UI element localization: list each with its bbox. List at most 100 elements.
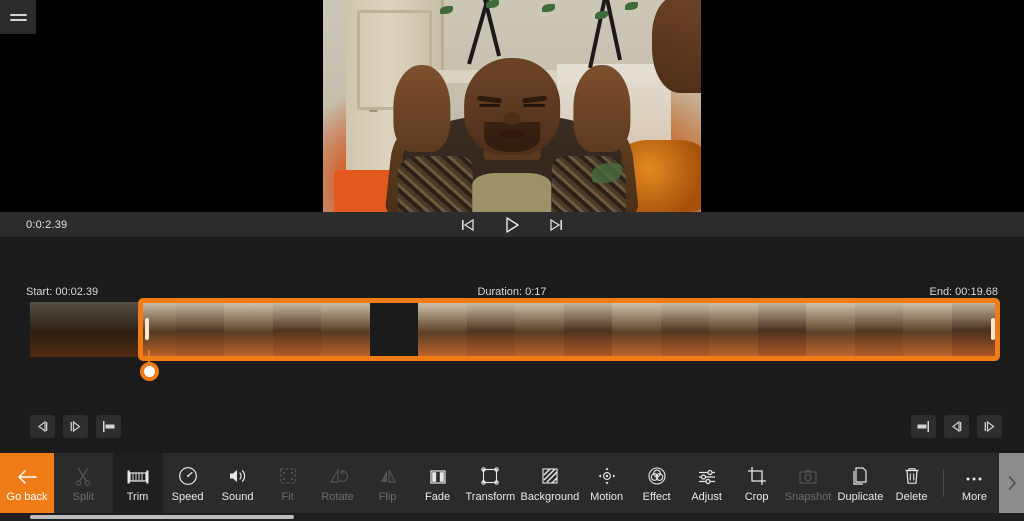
- fade-label: Fade: [425, 490, 451, 503]
- chevron-right-icon: [1006, 474, 1018, 492]
- timeline-right-buttons: [911, 415, 1002, 438]
- background-button[interactable]: Background: [518, 453, 581, 513]
- background-arm: [651, 0, 701, 94]
- scissors-icon: [73, 464, 93, 486]
- rotate-icon: [328, 464, 348, 486]
- speedometer-icon: [178, 464, 198, 486]
- filmstrip-thumbnail: [854, 302, 903, 357]
- rotate-label: Rotate: [321, 490, 354, 503]
- current-timecode: 0:0:2.39: [26, 218, 68, 231]
- filmstrip-thumbnail: [903, 302, 952, 357]
- more-label: More: [961, 490, 987, 503]
- flip-button[interactable]: Flip: [363, 453, 413, 513]
- video-editor-app: 0:0:2.39 Start: 00:02.39 Duration: 0:17 …: [0, 0, 1024, 521]
- scrollbar-thumb[interactable]: [30, 515, 294, 519]
- video-preview[interactable]: [323, 0, 701, 212]
- adjust-button[interactable]: Adjust: [682, 453, 732, 513]
- toolbar-scroll-right-button[interactable]: [999, 453, 1024, 513]
- filmstrip-thumbnail: [806, 302, 855, 357]
- timeline-section: Start: 00:02.39 Duration: 0:17 End: 00:1…: [0, 237, 1024, 453]
- crop-label: Crop: [744, 490, 769, 503]
- snapshot-label: Snapshot: [784, 490, 832, 503]
- fade-icon: [428, 464, 448, 486]
- step-forward-button-right[interactable]: [977, 415, 1002, 438]
- more-button[interactable]: More: [949, 453, 999, 513]
- next-frame-button[interactable]: [545, 216, 567, 234]
- person-subject: [384, 55, 640, 212]
- clip-out-of-selection: [30, 302, 143, 357]
- sound-button[interactable]: Sound: [213, 453, 263, 513]
- go-back-label: Go back: [6, 490, 48, 503]
- adjust-label: Adjust: [691, 490, 722, 503]
- speaker-icon: [227, 464, 249, 486]
- transform-icon: [480, 464, 500, 486]
- timeline-labels: Start: 00:02.39 Duration: 0:17 End: 00:1…: [0, 286, 1024, 300]
- fit-label: Fit: [281, 490, 294, 503]
- duplicate-label: Duplicate: [837, 490, 884, 503]
- timeline-track[interactable]: [0, 298, 1024, 381]
- crop-button[interactable]: Crop: [732, 453, 782, 513]
- filmstrip-thumbnail: [224, 302, 273, 357]
- skip-previous-icon: [462, 218, 474, 231]
- play-button[interactable]: [501, 216, 523, 234]
- duplicate-icon: [850, 464, 870, 486]
- sliders-icon: [697, 464, 717, 486]
- crop-icon: [747, 464, 767, 486]
- filmstrip-thumbnail: [370, 302, 419, 357]
- mark-in-icon: [103, 421, 115, 432]
- hamburger-menu-icon: [9, 11, 27, 24]
- effect-icon: [647, 464, 667, 486]
- duplicate-button[interactable]: Duplicate: [834, 453, 886, 513]
- playback-controls: [457, 216, 567, 234]
- previous-frame-button[interactable]: [457, 216, 479, 234]
- motion-button[interactable]: Motion: [582, 453, 632, 513]
- step-forward-button[interactable]: [63, 415, 88, 438]
- trash-icon: [902, 464, 922, 486]
- toolbar-scrollbar[interactable]: [0, 513, 1024, 521]
- filmstrip-thumbnail: [563, 302, 612, 357]
- snapshot-button[interactable]: Snapshot: [782, 453, 835, 513]
- editing-toolbar: Go back Split Trim Speed Sound Fit Rotat…: [0, 453, 1024, 518]
- clip-filmstrip[interactable]: [30, 302, 1000, 357]
- filmstrip-thumbnail: [709, 302, 758, 357]
- filmstrip-thumbnail: [272, 302, 321, 357]
- trim-button[interactable]: Trim: [112, 453, 163, 518]
- delete-button[interactable]: Delete: [887, 453, 937, 513]
- filmstrip-thumbnail: [515, 302, 564, 357]
- hamburger-menu-button[interactable]: [0, 0, 36, 34]
- step-back-icon: [952, 420, 962, 433]
- fit-icon: [278, 464, 298, 486]
- filmstrip-thumbnail: [466, 302, 515, 357]
- delete-label: Delete: [895, 490, 928, 503]
- filmstrip-thumbnail: [321, 302, 370, 357]
- trim-handle-right[interactable]: [991, 318, 995, 340]
- transform-button[interactable]: Transform: [463, 453, 519, 513]
- transform-label: Transform: [465, 490, 516, 503]
- go-back-button[interactable]: Go back: [0, 453, 55, 518]
- speed-button[interactable]: Speed: [163, 453, 213, 513]
- step-back-button-right[interactable]: [944, 415, 969, 438]
- step-back-button[interactable]: [30, 415, 55, 438]
- video-frame: [323, 0, 701, 212]
- flip-label: Flip: [378, 490, 397, 503]
- effect-button[interactable]: Effect: [632, 453, 682, 513]
- set-in-point-button[interactable]: [96, 415, 121, 438]
- set-out-point-button[interactable]: [911, 415, 936, 438]
- ellipsis-icon: [963, 464, 985, 486]
- fit-button[interactable]: Fit: [263, 453, 313, 513]
- playhead-handle[interactable]: [140, 362, 159, 381]
- filmstrip-thumbnail: [612, 302, 661, 357]
- play-icon: [506, 216, 519, 233]
- clip-end-label: End: 00:19.68: [929, 286, 998, 298]
- arrow-left-icon: [16, 464, 38, 486]
- step-back-icon: [38, 420, 48, 433]
- trim-handle-left[interactable]: [145, 318, 149, 340]
- fade-button[interactable]: Fade: [413, 453, 463, 513]
- flip-icon: [378, 464, 398, 486]
- clip-start-label: Start: 00:02.39: [26, 286, 99, 298]
- trim-icon: [126, 464, 150, 486]
- rotate-button[interactable]: Rotate: [313, 453, 363, 513]
- split-button[interactable]: Split: [54, 453, 112, 513]
- skip-next-icon: [550, 218, 562, 231]
- filmstrip-thumbnail: [175, 302, 224, 357]
